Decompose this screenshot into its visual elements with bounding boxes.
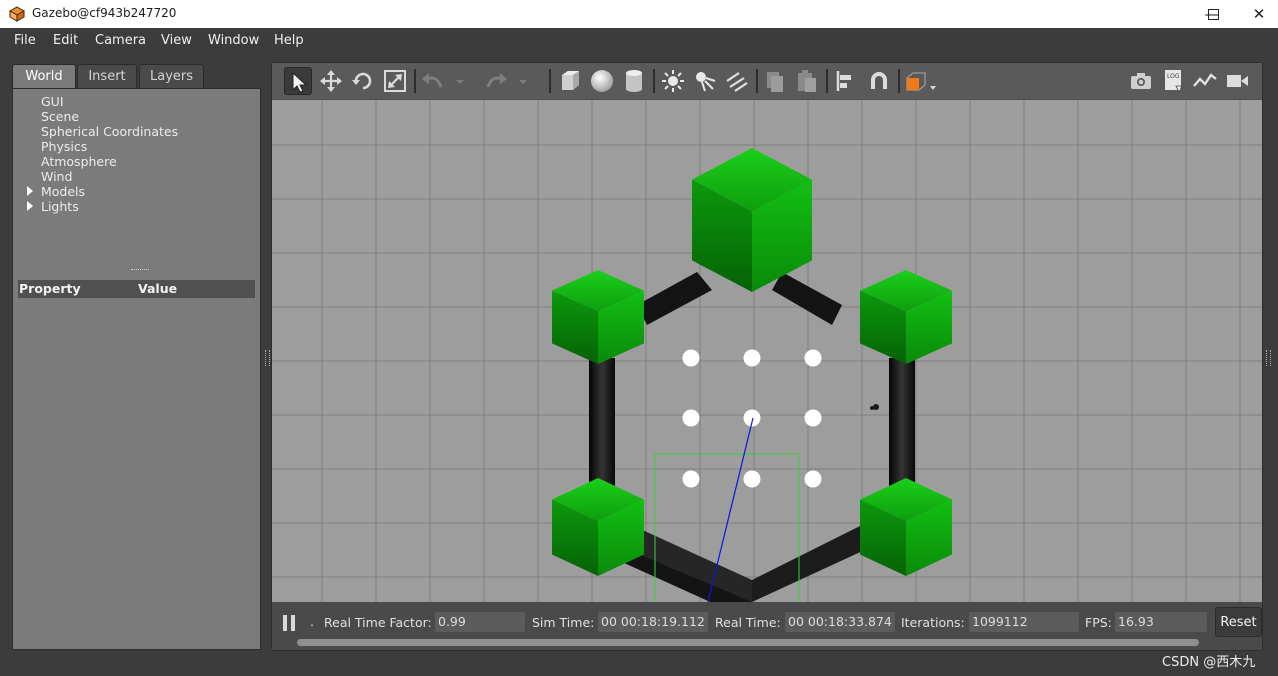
svg-text:LOG: LOG [1167, 73, 1180, 80]
small-object [873, 404, 879, 410]
watermark: CSDN @西木九 [1162, 655, 1256, 670]
sim-time-value: 00 00:18:19.112 [598, 612, 708, 632]
scene-canvas[interactable] [272, 100, 1262, 602]
tab-world[interactable]: World [12, 64, 76, 89]
window-title: Gazebo@cf943b247720 [32, 6, 177, 20]
expand-arrow-icon[interactable] [27, 186, 33, 196]
video-record-icon[interactable] [1223, 67, 1251, 95]
marker-dot [682, 409, 700, 427]
menu-edit[interactable]: Edit [53, 33, 78, 48]
menu-file[interactable]: File [14, 33, 36, 48]
directional-light-icon[interactable] [723, 67, 751, 95]
redo-icon[interactable] [482, 67, 510, 95]
tree-item-wind[interactable]: Wind [41, 169, 72, 184]
fps-value: 16.93 [1115, 612, 1207, 632]
simulation-status-bar: . Real Time Factor: 0.99 Sim Time: 00 00… [272, 602, 1262, 650]
marker-dot [804, 349, 822, 367]
reset-button[interactable]: Reset [1215, 607, 1262, 637]
tree-item-lights[interactable]: Lights [41, 199, 79, 214]
real-time-factor-value: 0.99 [435, 612, 525, 632]
tree-item-models[interactable]: Models [41, 184, 85, 199]
marker-dot [743, 470, 761, 488]
value-column-header: Value [138, 281, 178, 296]
world-tree: GUI Scene Spherical Coordinates Physics … [12, 88, 261, 650]
rotate-icon[interactable] [349, 67, 377, 95]
scale-icon[interactable] [381, 67, 409, 95]
snap-magnet-icon[interactable] [865, 67, 893, 95]
tree-item-scene[interactable]: Scene [41, 109, 79, 124]
marker-dot [743, 349, 761, 367]
iterations-value: 1099112 [969, 612, 1079, 632]
real-time-value: 00 00:18:33.874 [785, 612, 895, 632]
toolbar: LOG [272, 63, 1262, 99]
screenshot-camera-icon[interactable] [1127, 67, 1155, 95]
plot-icon[interactable] [1191, 67, 1219, 95]
right-splitter-handle[interactable] [1266, 350, 1271, 366]
menu-window[interactable]: Window [208, 33, 259, 48]
real-time-factor-label: Real Time Factor: [324, 615, 432, 630]
tab-insert[interactable]: Insert [77, 64, 137, 88]
marker-dot [804, 409, 822, 427]
translate-icon[interactable] [317, 67, 345, 95]
splitter-handle[interactable] [131, 269, 149, 274]
undo-history-icon[interactable] [453, 67, 467, 95]
box-shape-icon[interactable] [556, 67, 584, 95]
tab-layers[interactable]: Layers [139, 64, 204, 88]
marker-dot [804, 470, 822, 488]
marker-points [682, 349, 822, 488]
scene-viewport[interactable] [272, 100, 1262, 602]
spot-light-icon[interactable] [691, 67, 719, 95]
log-icon[interactable]: LOG [1159, 67, 1187, 95]
small-object [870, 406, 874, 410]
paste-icon[interactable] [793, 67, 821, 95]
menu-help[interactable]: Help [274, 33, 304, 48]
real-time-label: Real Time: [715, 615, 781, 630]
horizontal-scrollbar[interactable] [297, 639, 1199, 646]
left-panel: World Insert Layers GUI Scene Spherical … [0, 54, 270, 676]
step-indicator: . [310, 614, 314, 629]
tree-item-physics[interactable]: Physics [41, 139, 87, 154]
maximize-button[interactable] [1190, 0, 1236, 28]
fps-label: FPS: [1085, 615, 1112, 630]
undo-icon[interactable] [419, 67, 447, 95]
menu-camera[interactable]: Camera [95, 33, 146, 48]
marker-dot [682, 349, 700, 367]
tree-item-gui[interactable]: GUI [41, 94, 64, 109]
property-column-header: Property [19, 281, 81, 296]
gazebo-logo-icon [9, 6, 25, 22]
sphere-shape-icon[interactable] [588, 67, 616, 95]
close-button[interactable]: ✕ [1236, 0, 1278, 28]
pause-icon [283, 615, 287, 631]
menu-view[interactable]: View [161, 33, 192, 48]
cylinder-shape-icon[interactable] [620, 67, 648, 95]
copy-icon[interactable] [761, 67, 789, 95]
property-table-header: Property Value [18, 280, 255, 298]
pause-button[interactable] [280, 610, 300, 634]
align-icon[interactable] [832, 67, 860, 95]
select-arrow-icon[interactable] [284, 67, 312, 95]
main-area: LOG . Real Time Factor: 0.99 Sim Time: 0… [271, 62, 1263, 651]
redo-history-icon[interactable] [516, 67, 530, 95]
window-title-bar: Gazebo@cf943b247720 — ✕ [0, 0, 1278, 28]
marker-dot [682, 470, 700, 488]
point-light-icon[interactable] [659, 67, 687, 95]
left-splitter-handle[interactable] [265, 350, 270, 366]
expand-arrow-icon[interactable] [27, 201, 33, 211]
iterations-label: Iterations: [901, 615, 965, 630]
sim-time-label: Sim Time: [532, 615, 595, 630]
menubar: File Edit Camera View Window Help [0, 28, 1278, 54]
view-angle-icon[interactable] [903, 67, 939, 95]
tree-item-atmosphere[interactable]: Atmosphere [41, 154, 117, 169]
tree-item-spherical-coordinates[interactable]: Spherical Coordinates [41, 124, 178, 139]
